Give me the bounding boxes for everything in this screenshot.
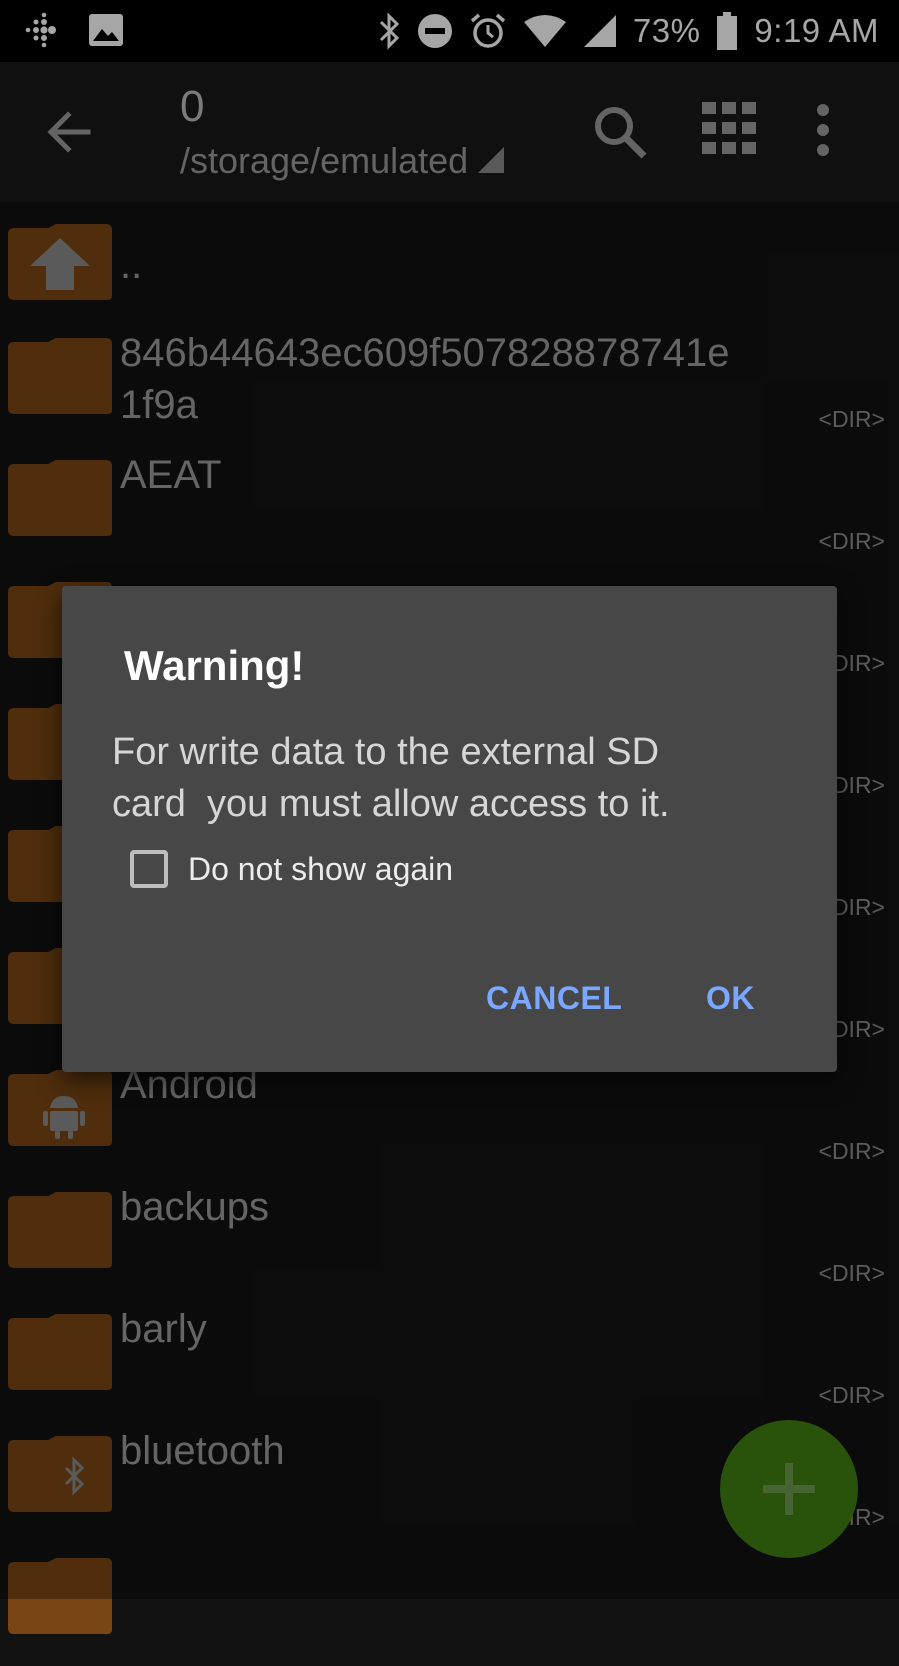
do-not-show-again-checkbox-row[interactable]: Do not show again [130, 850, 453, 888]
checkbox-label: Do not show again [188, 850, 454, 887]
warning-dialog: Warning! For write data to the external … [62, 586, 837, 1072]
dialog-message: For write data to the external SD card y… [112, 726, 802, 830]
dialog-message-line2: card you must allow access to it. [112, 783, 670, 825]
dialog-title: Warning! [124, 642, 305, 689]
dialog-message-line1: For write data to the external SD [112, 731, 660, 773]
cancel-button[interactable]: CANCEL [486, 980, 622, 1017]
do-not-show-again-checkbox[interactable] [130, 850, 168, 888]
ok-button[interactable]: OK [706, 980, 755, 1017]
